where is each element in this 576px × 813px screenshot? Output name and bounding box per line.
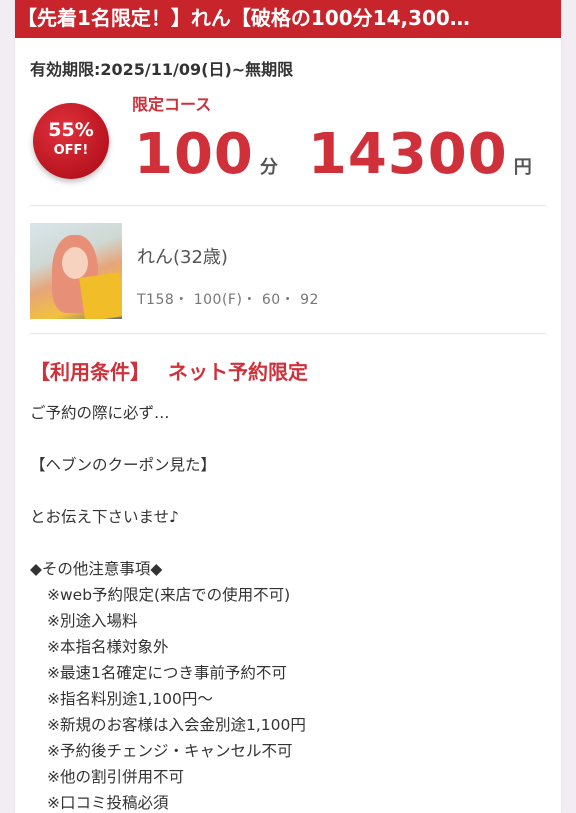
note-item: ※新規のお客様は入会金別途1,100円 xyxy=(47,716,306,734)
note-item: ※別途入場料 xyxy=(47,612,138,630)
terms-title-right: ネット予約限定 xyxy=(168,360,308,384)
terms-title-left: 【利用条件】 xyxy=(30,360,150,384)
course-duration: 100 xyxy=(134,122,254,187)
terms-closing: とお伝え下さいませ♪ xyxy=(30,508,179,526)
terms-title: 【利用条件】 ネット予約限定 xyxy=(30,356,308,385)
note-item: ※口コミ投稿必須 xyxy=(47,794,169,812)
notes-list: ※web予約限定(来店での使用不可) ※別途入場料 ※本指名様対象外 ※最速1名… xyxy=(30,582,550,813)
coupon-title-bar[interactable]: 【先着1名限定！】れん【破格の100分14,300… xyxy=(15,0,561,38)
note-item: ※本指名様対象外 xyxy=(47,638,169,656)
divider xyxy=(30,333,546,334)
price-row: 100 分 14300 円 xyxy=(134,122,532,192)
profile-stats: T158・ 100(F)・ 60・ 92 xyxy=(137,292,319,308)
note-item: ※web予約限定(来店での使用不可) xyxy=(47,586,291,604)
note-item: ※予約後チェンジ・キャンセル不可 xyxy=(47,742,293,760)
profile-name[interactable]: れん(32歳) xyxy=(137,243,228,269)
discount-percent: 55% xyxy=(48,119,94,141)
note-item: ※最速1名確定につき事前予約不可 xyxy=(47,664,287,682)
price-unit: 円 xyxy=(513,157,532,178)
notes-heading: ◆その他注意事項◆ xyxy=(30,560,163,578)
terms-body: ご予約の際に必ず… 【ヘブンのクーポン見た】 とお伝え下さいませ♪ ◆その他注意… xyxy=(30,400,550,813)
terms-keyword: 【ヘブンのクーポン見た】 xyxy=(30,456,217,474)
course-price: 14300 xyxy=(307,122,508,187)
profile-photo[interactable] xyxy=(30,223,122,319)
validity-period: 有効期限:2025/11/09(日)~無期限 xyxy=(30,60,294,79)
duration-unit: 分 xyxy=(259,157,278,178)
coupon-card: 【先着1名限定！】れん【破格の100分14,300… 有効期限:2025/11/… xyxy=(15,0,561,813)
note-item: ※指名料別途1,100円〜 xyxy=(47,690,213,708)
terms-intro: ご予約の際に必ず… xyxy=(30,404,170,422)
note-item: ※他の割引併用不可 xyxy=(47,768,184,786)
discount-badge: 55% OFF! xyxy=(33,103,109,179)
divider xyxy=(30,205,546,206)
discount-off-label: OFF! xyxy=(53,143,89,158)
course-label: 限定コース xyxy=(132,95,212,114)
